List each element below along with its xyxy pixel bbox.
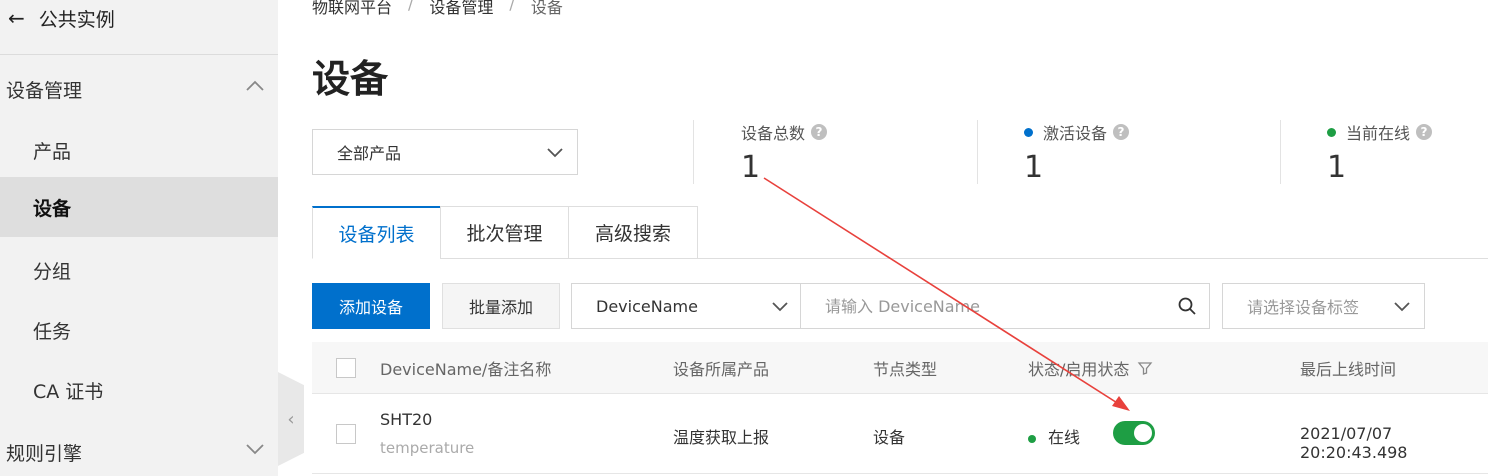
arrow-left-icon: ← xyxy=(8,6,25,30)
chevron-up-icon xyxy=(246,80,264,91)
device-product: 温度获取上报 xyxy=(673,428,770,447)
chevron-down-icon xyxy=(547,148,563,158)
stat-divider xyxy=(977,120,978,184)
breadcrumb: 物联网平台 / 设备管理 / 设备 xyxy=(312,0,563,18)
search-input[interactable] xyxy=(801,284,1161,328)
page-title: 设备 xyxy=(312,57,389,101)
sidebar-collapse-handle[interactable]: ‹ xyxy=(278,372,304,466)
device-name-link[interactable]: SHT20 xyxy=(380,410,432,429)
column-header-device-name: DeviceName/备注名称 xyxy=(380,360,552,379)
chevron-down-icon xyxy=(246,444,264,455)
stat-value: 1 xyxy=(1024,150,1044,185)
status-dot-icon xyxy=(1024,127,1033,137)
tab-label: 设备列表 xyxy=(338,223,415,246)
add-device-button[interactable]: 添加设备 xyxy=(312,283,430,329)
column-header-last-online: 最后上线时间 xyxy=(1300,360,1397,379)
back-to-instances[interactable]: ← 公共实例 xyxy=(0,0,278,55)
table-row: SHT20 temperature 温度获取上报 设备 在线 2021/07/0… xyxy=(312,394,1488,474)
breadcrumb-item[interactable]: 设备管理 xyxy=(429,0,493,18)
stat-label: 设备总数 xyxy=(741,124,806,143)
help-icon[interactable]: ? xyxy=(1113,124,1130,140)
status-text: 在线 xyxy=(1048,428,1081,447)
tab-batch-management[interactable]: 批次管理 xyxy=(440,206,569,259)
sidebar-item-label: CA 证书 xyxy=(33,380,104,403)
device-tag-placeholder: 请选择设备标签 xyxy=(1247,298,1360,317)
app-root: ← 公共实例 设备管理 产品 设备 分组 任务 CA 证书 规则引擎 ‹ 物联网… xyxy=(0,0,1488,476)
chevron-down-icon xyxy=(772,302,788,312)
help-icon[interactable]: ? xyxy=(811,124,828,140)
device-node-type: 设备 xyxy=(873,428,906,447)
device-last-online: 2021/07/07 20:20:43.498 xyxy=(1300,424,1408,462)
product-filter-select[interactable]: 全部产品 xyxy=(312,129,578,175)
select-all-checkbox[interactable] xyxy=(336,358,356,378)
sidebar-section-rules-engine[interactable]: 规则引擎 xyxy=(0,422,278,476)
column-header-product: 设备所属产品 xyxy=(673,360,770,379)
breadcrumb-separator: / xyxy=(408,0,414,13)
sidebar-item-label: 设备 xyxy=(33,197,72,220)
column-header-status: 状态/启用状态 xyxy=(1028,342,1153,394)
sidebar-item-products[interactable]: 产品 xyxy=(0,120,278,180)
device-enable-toggle[interactable] xyxy=(1113,421,1155,445)
stat-total-devices: 设备总数 ? 1 xyxy=(741,120,828,185)
row-checkbox[interactable] xyxy=(336,424,356,444)
status-dot-icon xyxy=(1028,434,1036,443)
chevron-down-icon xyxy=(1394,302,1410,312)
sidebar-section-label: 设备管理 xyxy=(6,79,83,102)
status-dot-icon xyxy=(1327,127,1336,137)
search-box xyxy=(800,283,1210,329)
column-header-node-type: 节点类型 xyxy=(873,360,938,379)
help-icon[interactable]: ? xyxy=(1416,124,1433,140)
stat-activated-devices: 激活设备 ? 1 xyxy=(1024,120,1130,185)
device-tag-select[interactable]: 请选择设备标签 xyxy=(1222,283,1425,329)
product-filter-value: 全部产品 xyxy=(337,144,402,163)
search-icon[interactable] xyxy=(1177,296,1197,316)
tab-label: 高级搜索 xyxy=(594,223,671,245)
sidebar-section-device-management[interactable]: 设备管理 xyxy=(0,59,278,119)
device-remark: temperature xyxy=(380,439,475,457)
sidebar-item-label: 分组 xyxy=(33,260,72,283)
sidebar: ← 公共实例 设备管理 产品 设备 分组 任务 CA 证书 规则引擎 xyxy=(0,0,278,476)
sidebar-item-groups[interactable]: 分组 xyxy=(0,240,278,300)
sidebar-item-jobs[interactable]: 任务 xyxy=(0,300,278,360)
search-field-select[interactable]: DeviceName xyxy=(571,283,801,329)
batch-add-button[interactable]: 批量添加 xyxy=(442,283,560,329)
chevron-left-icon: ‹ xyxy=(287,408,295,430)
tab-advanced-search[interactable]: 高级搜索 xyxy=(568,206,698,259)
breadcrumb-current: 设备 xyxy=(530,0,563,17)
sidebar-item-label: 产品 xyxy=(33,140,72,163)
stat-value: 1 xyxy=(741,150,761,185)
stat-online-devices: 当前在线 ? 1 xyxy=(1327,120,1433,185)
tab-label: 批次管理 xyxy=(466,223,543,245)
breadcrumb-separator: / xyxy=(509,0,515,13)
stat-divider xyxy=(693,120,694,184)
sidebar-section-label: 规则引擎 xyxy=(6,442,83,465)
stat-label: 激活设备 xyxy=(1043,124,1108,143)
tab-device-list[interactable]: 设备列表 xyxy=(312,206,441,259)
sidebar-item-label: 任务 xyxy=(33,320,72,343)
device-table-header: DeviceName/备注名称 设备所属产品 节点类型 状态/启用状态 最后上线… xyxy=(312,342,1488,394)
search-field-value: DeviceName xyxy=(596,296,698,316)
filter-icon[interactable] xyxy=(1137,360,1153,376)
sidebar-item-ca-certificates[interactable]: CA 证书 xyxy=(0,360,278,420)
stat-value: 1 xyxy=(1327,150,1347,185)
breadcrumb-item[interactable]: 物联网平台 xyxy=(312,0,392,18)
sidebar-item-devices[interactable]: 设备 xyxy=(0,177,278,237)
stat-divider xyxy=(1280,120,1281,184)
device-status: 在线 xyxy=(1028,424,1080,448)
column-header-label: 状态/启用状态 xyxy=(1028,360,1130,379)
stat-label: 当前在线 xyxy=(1346,124,1411,143)
back-label: 公共实例 xyxy=(38,8,115,31)
